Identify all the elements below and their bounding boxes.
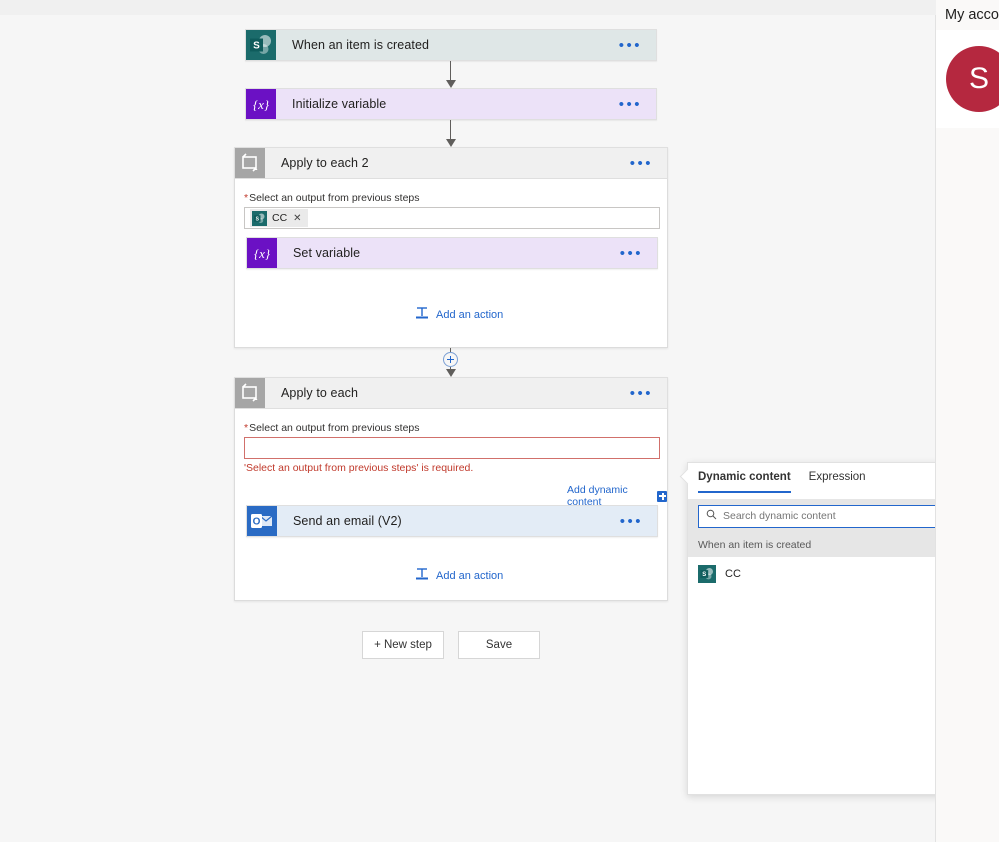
select-output-input[interactable] xyxy=(245,442,659,454)
trigger-title: When an item is created xyxy=(292,38,430,52)
scope-overflow-menu-icon-apply-to-each-2[interactable]: ••• xyxy=(616,156,667,171)
required-asterisk: * xyxy=(244,422,249,434)
field-label-select-output-2: *Select an output from previous steps xyxy=(244,192,420,204)
scope-header-apply-to-each[interactable]: Apply to each ••• xyxy=(234,377,668,409)
add-action-icon xyxy=(415,567,429,584)
set-variable-overflow-menu-icon[interactable]: ••• xyxy=(606,246,657,261)
send-an-email-title: Send an email (V2) xyxy=(293,514,402,528)
sharepoint-icon: S xyxy=(246,30,276,60)
outlook-icon: O xyxy=(247,506,277,536)
token-remove-icon[interactable]: ✕ xyxy=(293,213,301,224)
add-action-label: Add an action xyxy=(436,569,504,582)
scope-overflow-menu-icon-apply-to-each[interactable]: ••• xyxy=(616,386,667,401)
field-select-output[interactable] xyxy=(244,437,660,459)
trigger-card-when-an-item-is-created[interactable]: S When an item is created ••• xyxy=(245,29,657,61)
sharepoint-icon: S xyxy=(698,565,716,583)
dynamic-content-item-label: CC xyxy=(725,568,741,580)
svg-text:S: S xyxy=(253,41,260,52)
scope-apply-to-each-2: Apply to each 2 ••• *Select an output fr… xyxy=(234,147,668,348)
variable-icon: {x} xyxy=(246,89,276,119)
field-label-select-output: *Select an output from previous steps xyxy=(244,422,420,434)
initialize-variable-overflow-menu-icon[interactable]: ••• xyxy=(605,97,656,112)
insert-step-button[interactable] xyxy=(443,352,458,367)
svg-text:{x}: {x} xyxy=(254,246,271,261)
avatar[interactable]: S xyxy=(946,46,999,112)
svg-text:{x}: {x} xyxy=(253,97,270,112)
save-button[interactable]: Save xyxy=(458,631,540,659)
add-an-action-button-loop2[interactable]: Add an action xyxy=(415,306,503,323)
initialize-variable-title: Initialize variable xyxy=(292,97,387,111)
tab-expression[interactable]: Expression xyxy=(809,471,866,493)
loop-icon xyxy=(235,148,265,178)
add-action-label: Add an action xyxy=(436,308,504,321)
dynamic-token-cc[interactable]: S CC ✕ xyxy=(250,209,308,227)
svg-text:S: S xyxy=(702,572,706,578)
variable-icon: {x} xyxy=(247,238,277,268)
plus-badge-icon xyxy=(657,490,667,502)
required-asterisk: * xyxy=(244,192,249,204)
add-action-icon xyxy=(415,306,429,323)
field-error-message: 'Select an output from previous steps' i… xyxy=(244,462,474,474)
search-icon xyxy=(706,507,717,525)
scope-body-apply-to-each: *Select an output from previous steps 'S… xyxy=(235,410,667,600)
scope-body-apply-to-each-2: *Select an output from previous steps S … xyxy=(235,180,667,347)
scope-header-apply-to-each-2[interactable]: Apply to each 2 ••• xyxy=(234,147,668,179)
svg-text:O: O xyxy=(253,517,261,528)
account-panel-header: My account xyxy=(936,0,999,30)
scope-apply-to-each: Apply to each ••• *Select an output from… xyxy=(234,377,668,601)
top-chrome-strip xyxy=(0,0,999,15)
new-step-button[interactable]: + New step xyxy=(362,631,444,659)
action-card-set-variable[interactable]: {x} Set variable ••• xyxy=(246,237,658,269)
account-panel-body: S xyxy=(936,30,999,128)
tab-dynamic-content[interactable]: Dynamic content xyxy=(698,471,791,493)
set-variable-title: Set variable xyxy=(293,246,361,260)
send-an-email-overflow-menu-icon[interactable]: ••• xyxy=(606,514,657,529)
scope-title-apply-to-each: Apply to each xyxy=(281,386,359,400)
add-an-action-button-loop1[interactable]: Add an action xyxy=(415,567,503,584)
scope-title-apply-to-each-2: Apply to each 2 xyxy=(281,156,369,170)
action-card-initialize-variable[interactable]: {x} Initialize variable ••• xyxy=(245,88,657,120)
action-card-send-an-email[interactable]: O Send an email (V2) ••• xyxy=(246,505,658,537)
account-panel-title: My account xyxy=(945,7,999,23)
flow-designer-screen: S When an item is created ••• {x} Initia… xyxy=(0,0,999,842)
account-panel-lower-area xyxy=(936,128,999,842)
loop-icon xyxy=(235,378,265,408)
token-label: CC xyxy=(272,212,288,224)
trigger-overflow-menu-icon[interactable]: ••• xyxy=(605,38,656,53)
field-select-output-2[interactable]: S CC ✕ xyxy=(244,207,660,229)
sharepoint-icon: S xyxy=(252,210,267,226)
